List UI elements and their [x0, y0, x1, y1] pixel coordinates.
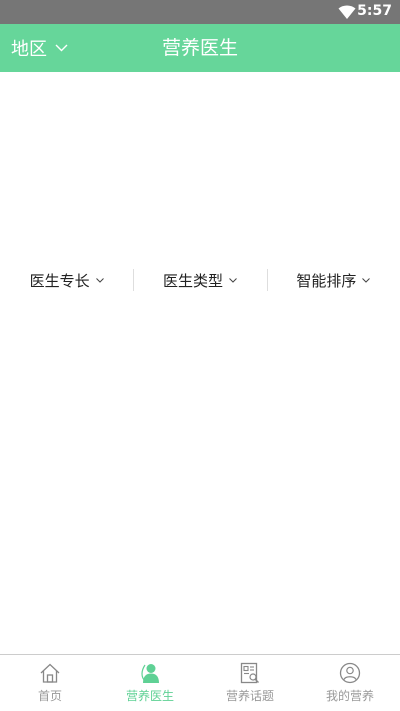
filter-doctor-type[interactable]: 医生类型 [133, 257, 266, 303]
filter-specialty[interactable]: 医生专长 [0, 257, 133, 303]
tab-nutrition-doctor[interactable]: 营养医生 [100, 655, 200, 711]
home-icon [40, 663, 60, 683]
doctor-icon [141, 664, 159, 683]
filter-label: 智能排序 [296, 271, 357, 290]
tab-my-nutrition[interactable]: 我的营养 [300, 655, 400, 711]
status-bar: 5:57 [0, 0, 400, 24]
bottom-tab-bar: 首页 营养医生 营养话题 我的营养 [0, 654, 400, 711]
tab-label: 营养话题 [225, 689, 274, 703]
page-title-text: 营养医生 [161, 37, 238, 59]
profile-icon [339, 662, 361, 684]
tab-label: 营养医生 [125, 689, 174, 703]
filter-bar: 医生专长 医生类型 智能排序 [0, 257, 400, 303]
tab-home[interactable]: 首页 [0, 655, 100, 711]
topic-icon [240, 662, 259, 684]
chevron-down-icon [362, 277, 371, 283]
tab-nutrition-topics[interactable]: 营养话题 [200, 655, 300, 711]
page-title: 营养医生 [0, 24, 400, 72]
status-time: 5:57 [357, 3, 392, 19]
tab-label: 我的营养 [325, 689, 374, 703]
filter-label: 医生专长 [29, 271, 90, 290]
chevron-down-icon [95, 277, 104, 283]
filter-smart-sort[interactable]: 智能排序 [266, 257, 400, 303]
filter-label: 医生类型 [162, 271, 223, 290]
app-header: 地区 营养医生 [0, 24, 400, 72]
wifi-icon [338, 5, 356, 19]
tab-label: 首页 [37, 689, 62, 703]
chevron-down-icon [229, 277, 237, 283]
